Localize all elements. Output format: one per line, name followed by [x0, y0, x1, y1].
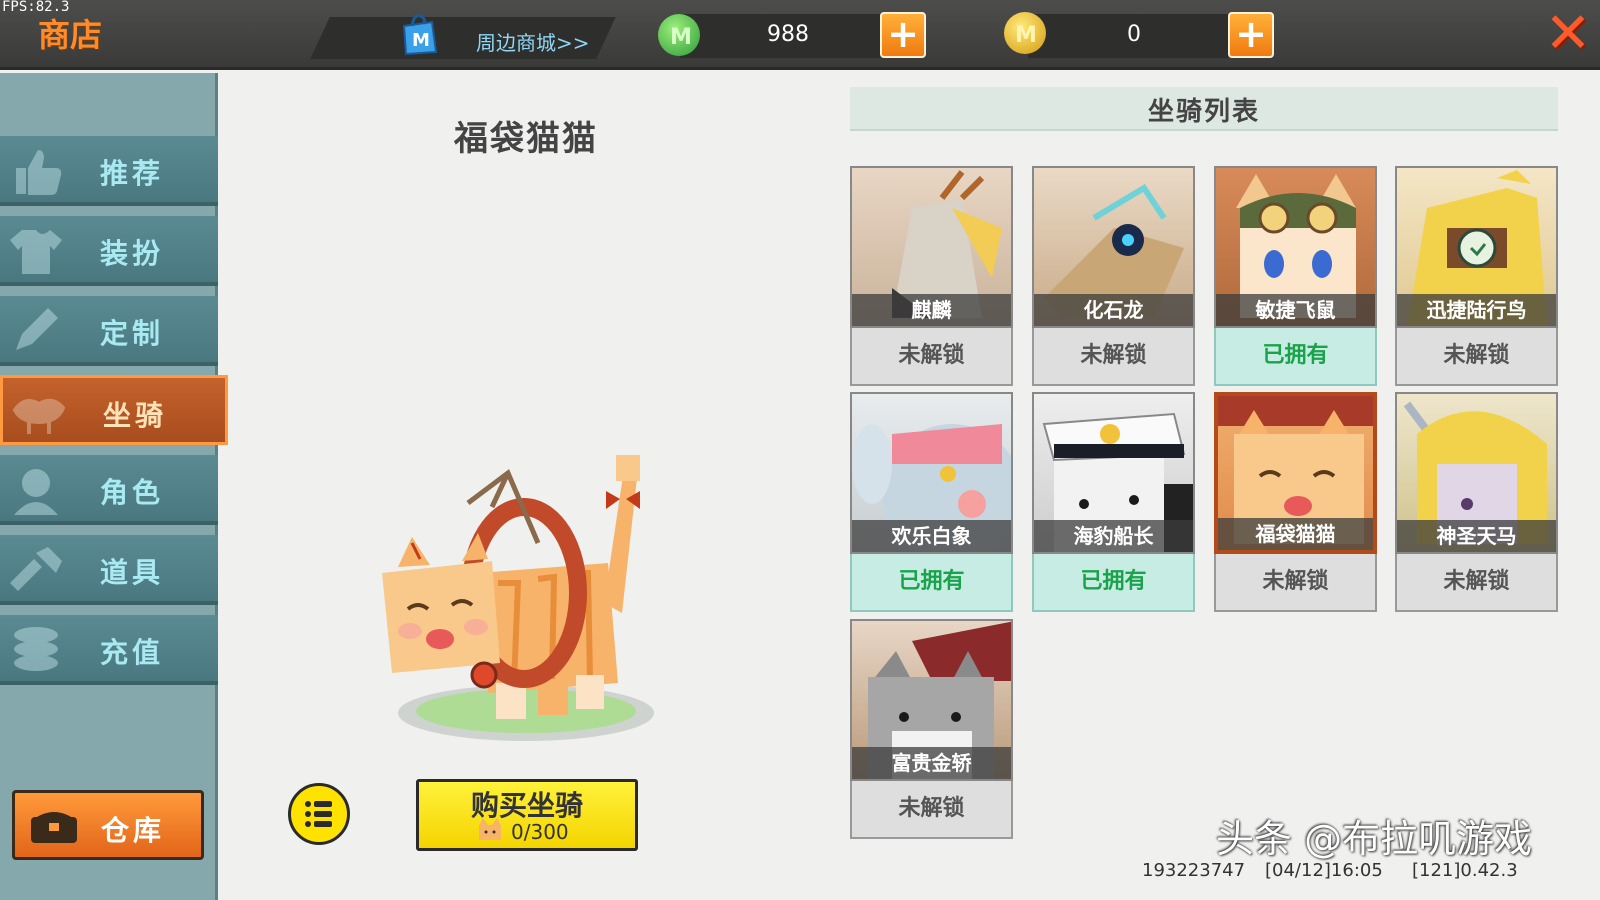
add-coin-button[interactable]: +	[1228, 12, 1274, 58]
pegasus-mount-image: 神圣天马	[1395, 392, 1558, 554]
mount-name-label: 迅捷陆行鸟	[1397, 294, 1556, 326]
svg-text:M: M	[670, 25, 692, 50]
saddle-icon	[12, 398, 66, 434]
mount-name-label: 敏捷飞鼠	[1216, 294, 1375, 326]
mount-card-flying-squirrel[interactable]: 敏捷飞鼠 已拥有	[1214, 166, 1377, 388]
mount-name-label: 福袋猫猫	[1218, 518, 1373, 550]
server-time: [04/12]16:05	[1265, 860, 1383, 881]
player-id: 193223747	[1142, 860, 1246, 881]
sidebar-item-recommend[interactable]: 推荐	[0, 136, 218, 206]
flying-squirrel-mount-image: 敏捷飞鼠	[1214, 166, 1377, 328]
character-icon	[14, 469, 58, 515]
chest-icon	[31, 812, 77, 843]
mount-name-label: 富贵金轿	[852, 747, 1011, 779]
coin-icon: M	[1004, 12, 1046, 54]
shirt-icon	[10, 230, 62, 274]
m-gem-icon: M	[658, 14, 700, 56]
sidebar-item-recharge[interactable]: 充值	[0, 615, 218, 685]
warehouse-label: 仓库	[101, 814, 166, 847]
mount-list-title: 坐骑列表	[1147, 97, 1260, 127]
selected-mount-name: 福袋猫猫	[454, 119, 598, 159]
coin-currency-value: 0	[1127, 22, 1141, 47]
sidebar-item-label: 定制	[100, 317, 165, 350]
m-currency-value: 988	[767, 22, 809, 47]
seal-captain-mount-image: 海豹船长	[1032, 392, 1195, 554]
buy-mount-button[interactable]: 购买坐骑 0/300	[416, 779, 638, 851]
mount-card-qilin[interactable]: 麒麟 未解锁	[850, 166, 1013, 388]
svg-text:M: M	[1015, 23, 1037, 48]
sidebar-item-label: 充值	[100, 636, 165, 669]
mount-card-golden-palanquin[interactable]: 富贵金轿 未解锁	[850, 619, 1013, 841]
palanquin-mount-image: 富贵金轿	[850, 619, 1013, 781]
sidebar-item-label: 道具	[100, 556, 165, 589]
mount-name-label: 神圣天马	[1397, 520, 1556, 552]
mount-name-label: 海豹船长	[1034, 520, 1193, 552]
watermark: 头条 @布拉叽游戏	[1216, 817, 1533, 861]
mount-card-lucky-cat[interactable]: 福袋猫猫 未解锁	[1214, 392, 1377, 614]
sidebar-item-label: 推荐	[100, 157, 165, 190]
close-icon[interactable]: ✕	[1540, 4, 1596, 64]
sidebar-item-outfit[interactable]: 装扮	[0, 216, 218, 286]
mount-status-label: 未解锁	[1395, 554, 1558, 612]
page-title: 商店	[38, 16, 103, 54]
mount-status-label: 已拥有	[1214, 328, 1377, 386]
sidebar: 推荐 装扮 定制 坐骑 角色 道具 充值 仓库	[0, 73, 228, 900]
mount-preview-panel: 福袋猫猫 购买坐骑 0/300	[218, 73, 848, 900]
lucky-cat-mount-image: 福袋猫猫	[1214, 392, 1377, 554]
sidebar-item-mount[interactable]: 坐骑	[0, 375, 228, 445]
qilin-mount-image: 麒麟	[850, 166, 1013, 328]
mount-status-label: 已拥有	[1032, 554, 1195, 612]
mount-status-label: 未解锁	[1395, 328, 1558, 386]
thumbs-up-icon	[16, 150, 62, 195]
top-bar: FPS:82.3 商店 M 周边商城>> M 988 + M 0 + ✕	[0, 0, 1600, 70]
elephant-mount-image: 欢乐白象	[850, 392, 1013, 554]
shopping-bag-icon[interactable]: M	[398, 12, 438, 56]
warehouse-button[interactable]: 仓库	[12, 790, 204, 860]
sidebar-item-character[interactable]: 角色	[0, 455, 218, 525]
mount-card-white-elephant[interactable]: 欢乐白象 已拥有	[850, 392, 1013, 614]
pencil-icon	[16, 308, 58, 350]
fossil-dragon-mount-image: 化石龙	[1032, 166, 1195, 328]
mount-name-label: 麒麟	[852, 294, 1011, 326]
tool-icon	[10, 547, 62, 591]
list-icon[interactable]	[288, 783, 350, 845]
game-version: [121]0.42.3	[1412, 860, 1518, 881]
sidebar-item-label: 装扮	[100, 237, 165, 270]
mount-status-label: 未解锁	[850, 781, 1013, 839]
mount-status-label: 未解锁	[1032, 328, 1195, 386]
buy-mount-label: 购买坐骑	[470, 789, 583, 822]
mount-status-label: 已拥有	[850, 554, 1013, 612]
cat-token-icon	[479, 818, 501, 840]
mount-3d-preview[interactable]	[368, 443, 668, 763]
mount-status-label: 未解锁	[1214, 554, 1377, 612]
sidebar-item-custom[interactable]: 定制	[0, 296, 218, 366]
mount-status-label: 未解锁	[850, 328, 1013, 386]
buy-token-count: 0/300	[511, 820, 569, 844]
sidebar-item-label: 坐骑	[103, 399, 168, 432]
sidebar-item-item[interactable]: 道具	[0, 535, 218, 605]
mount-card-seal-captain[interactable]: 海豹船长 已拥有	[1032, 392, 1195, 614]
mount-name-label: 欢乐白象	[852, 520, 1011, 552]
mount-name-label: 化石龙	[1034, 294, 1193, 326]
mount-card-pegasus[interactable]: 神圣天马 未解锁	[1395, 392, 1558, 614]
chocobo-mount-image: 迅捷陆行鸟	[1395, 166, 1558, 328]
sidebar-item-label: 角色	[100, 476, 165, 509]
mount-list-header: 坐骑列表	[850, 87, 1558, 131]
mount-card-fossil-dragon[interactable]: 化石龙 未解锁	[1032, 166, 1195, 388]
mall-link[interactable]: 周边商城>>	[476, 27, 590, 56]
add-m-currency-button[interactable]: +	[880, 12, 926, 58]
mount-card-chocobo[interactable]: 迅捷陆行鸟 未解锁	[1395, 166, 1558, 388]
shop-screen: FPS:82.3 商店 M 周边商城>> M 988 + M 0 + ✕ 推荐 …	[0, 0, 1600, 900]
svg-text:M: M	[412, 30, 430, 51]
coins-icon	[14, 627, 58, 671]
